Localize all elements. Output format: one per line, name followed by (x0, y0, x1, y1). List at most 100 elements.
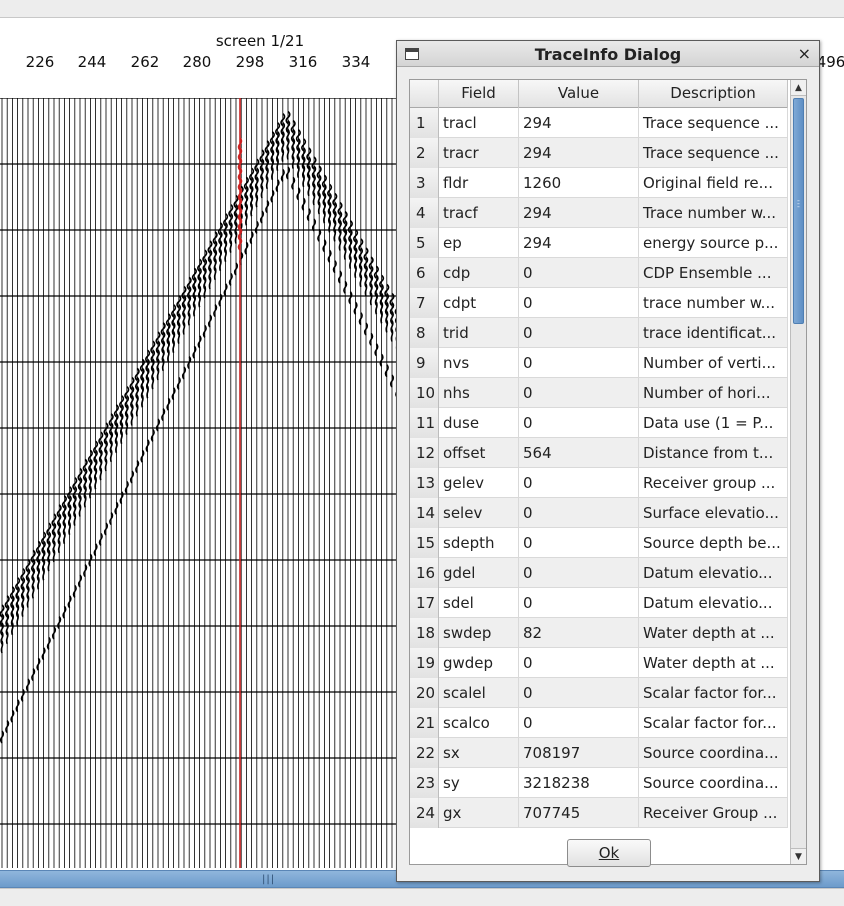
description-cell[interactable]: Water depth at ... (639, 618, 788, 648)
field-cell[interactable]: selev (439, 498, 519, 528)
scroll-thumb[interactable]: --- (793, 98, 804, 324)
row-number[interactable]: 12 (410, 438, 439, 468)
row-number[interactable]: 19 (410, 648, 439, 678)
table-row[interactable]: 11 duse 0 Data use (1 = P... (410, 408, 788, 438)
table-row[interactable]: 18 swdep 82 Water depth at ... (410, 618, 788, 648)
value-cell[interactable]: 0 (519, 528, 639, 558)
description-cell[interactable]: energy source p... (639, 228, 788, 258)
description-cell[interactable]: Distance from t... (639, 438, 788, 468)
field-cell[interactable]: tracl (439, 108, 519, 138)
row-number[interactable]: 22 (410, 738, 439, 768)
value-cell[interactable]: 0 (519, 558, 639, 588)
row-number[interactable]: 1 (410, 108, 439, 138)
row-number[interactable]: 8 (410, 318, 439, 348)
row-number[interactable]: 11 (410, 408, 439, 438)
field-cell[interactable]: offset (439, 438, 519, 468)
scroll-grip-icon[interactable]: ||| (262, 874, 275, 885)
value-cell[interactable]: 0 (519, 348, 639, 378)
description-cell[interactable]: Receiver Group ... (639, 798, 788, 828)
row-number[interactable]: 23 (410, 768, 439, 798)
row-number[interactable]: 13 (410, 468, 439, 498)
field-cell[interactable]: swdep (439, 618, 519, 648)
row-number[interactable]: 2 (410, 138, 439, 168)
field-cell[interactable]: duse (439, 408, 519, 438)
field-cell[interactable]: gelev (439, 468, 519, 498)
row-number[interactable]: 4 (410, 198, 439, 228)
description-cell[interactable]: trace identificat... (639, 318, 788, 348)
field-cell[interactable]: trid (439, 318, 519, 348)
scroll-down-arrow-icon[interactable]: ▼ (791, 848, 806, 864)
field-cell[interactable]: nvs (439, 348, 519, 378)
value-cell[interactable]: 0 (519, 258, 639, 288)
description-cell[interactable]: Number of hori... (639, 378, 788, 408)
field-cell[interactable]: sdel (439, 588, 519, 618)
value-cell[interactable]: 707745 (519, 798, 639, 828)
value-cell[interactable]: 0 (519, 468, 639, 498)
value-cell[interactable]: 294 (519, 228, 639, 258)
table-row[interactable]: 16 gdel 0 Datum elevatio... (410, 558, 788, 588)
value-cell[interactable]: 0 (519, 588, 639, 618)
column-header-description[interactable]: Description (639, 80, 788, 108)
table-row[interactable]: 24 gx 707745 Receiver Group ... (410, 798, 788, 828)
column-header-value[interactable]: Value (519, 80, 639, 108)
field-cell[interactable]: tracr (439, 138, 519, 168)
field-cell[interactable]: cdp (439, 258, 519, 288)
table-row[interactable]: 9 nvs 0 Number of verti... (410, 348, 788, 378)
row-number[interactable]: 24 (410, 798, 439, 828)
field-cell[interactable]: scalel (439, 678, 519, 708)
row-number[interactable]: 10 (410, 378, 439, 408)
table-row[interactable]: 10 nhs 0 Number of hori... (410, 378, 788, 408)
row-number[interactable]: 14 (410, 498, 439, 528)
field-cell[interactable]: scalco (439, 708, 519, 738)
column-header-field[interactable]: Field (439, 80, 519, 108)
field-cell[interactable]: gx (439, 798, 519, 828)
row-number[interactable]: 16 (410, 558, 439, 588)
description-cell[interactable]: Receiver group ... (639, 468, 788, 498)
value-cell[interactable]: 294 (519, 198, 639, 228)
table-row[interactable]: 21 scalco 0 Scalar factor for... (410, 708, 788, 738)
value-cell[interactable]: 0 (519, 288, 639, 318)
table-row[interactable]: 12 offset 564 Distance from t... (410, 438, 788, 468)
field-cell[interactable]: ep (439, 228, 519, 258)
table-row[interactable]: 13 gelev 0 Receiver group ... (410, 468, 788, 498)
row-number[interactable]: 6 (410, 258, 439, 288)
description-cell[interactable]: Source depth be... (639, 528, 788, 558)
value-cell[interactable]: 294 (519, 108, 639, 138)
description-cell[interactable]: Number of verti... (639, 348, 788, 378)
scroll-up-arrow-icon[interactable]: ▲ (791, 80, 806, 96)
table-row[interactable]: 5 ep 294 energy source p... (410, 228, 788, 258)
field-cell[interactable]: fldr (439, 168, 519, 198)
table-row[interactable]: 8 trid 0 trace identificat... (410, 318, 788, 348)
row-number[interactable]: 18 (410, 618, 439, 648)
close-icon[interactable]: × (798, 44, 811, 63)
description-cell[interactable]: Trace number w... (639, 198, 788, 228)
description-cell[interactable]: CDP Ensemble ... (639, 258, 788, 288)
description-cell[interactable]: Scalar factor for... (639, 678, 788, 708)
row-number[interactable]: 9 (410, 348, 439, 378)
table-row[interactable]: 15 sdepth 0 Source depth be... (410, 528, 788, 558)
description-cell[interactable]: Source coordina... (639, 738, 788, 768)
field-cell[interactable]: sx (439, 738, 519, 768)
table-row[interactable]: 6 cdp 0 CDP Ensemble ... (410, 258, 788, 288)
description-cell[interactable]: Scalar factor for... (639, 708, 788, 738)
row-number[interactable]: 21 (410, 708, 439, 738)
value-cell[interactable]: 0 (519, 678, 639, 708)
row-number[interactable]: 3 (410, 168, 439, 198)
field-cell[interactable]: sy (439, 768, 519, 798)
row-number[interactable]: 17 (410, 588, 439, 618)
vertical-scrollbar[interactable]: ▲ --- ▼ (790, 80, 806, 864)
description-cell[interactable]: Data use (1 = P... (639, 408, 788, 438)
row-number[interactable]: 20 (410, 678, 439, 708)
value-cell[interactable]: 1260 (519, 168, 639, 198)
description-cell[interactable]: Water depth at ... (639, 648, 788, 678)
field-cell[interactable]: nhs (439, 378, 519, 408)
value-cell[interactable]: 0 (519, 498, 639, 528)
table-row[interactable]: 14 selev 0 Surface elevatio... (410, 498, 788, 528)
value-cell[interactable]: 0 (519, 408, 639, 438)
description-cell[interactable]: Original field re... (639, 168, 788, 198)
description-cell[interactable]: Trace sequence ... (639, 108, 788, 138)
table-row[interactable]: 19 gwdep 0 Water depth at ... (410, 648, 788, 678)
table-row[interactable]: 1 tracl 294 Trace sequence ... (410, 108, 788, 138)
field-cell[interactable]: sdepth (439, 528, 519, 558)
field-cell[interactable]: tracf (439, 198, 519, 228)
